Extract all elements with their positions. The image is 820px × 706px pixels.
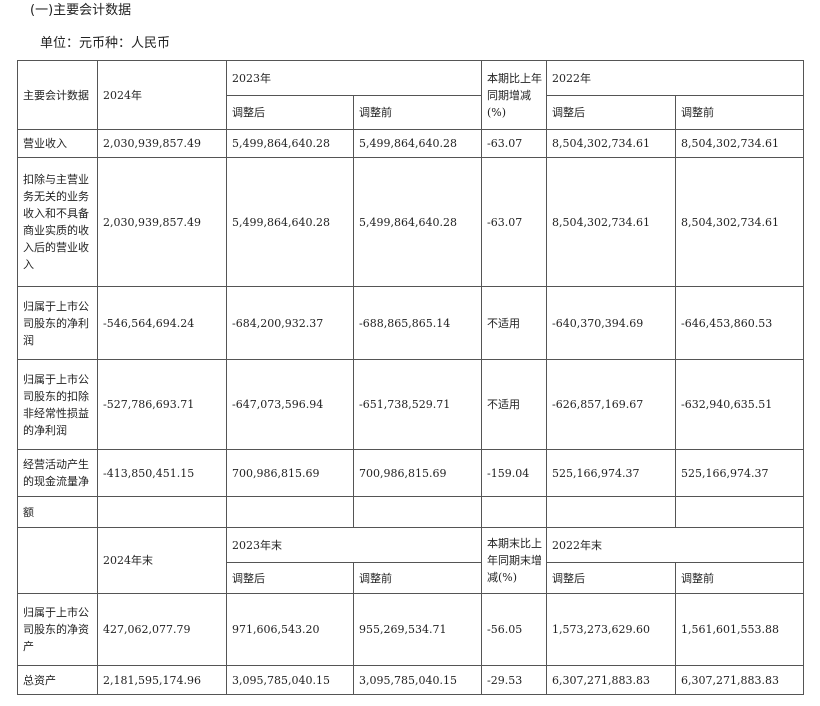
section-title: (一)主要会计数据: [30, 3, 132, 18]
row-label-overflow: 额: [17, 496, 98, 528]
row-label: 归属于上市公司股东的净资产: [17, 593, 98, 666]
row-label: 扣除与主营业务无关的业务收入和不具备商业实质的收入后的营业收入: [17, 157, 98, 287]
cell-2022-adjusted: 8,504,302,734.61: [546, 129, 676, 158]
cell-2022-adjusted: -626,857,169.67: [546, 359, 676, 450]
header-change-end: 本期末比上年同期末增减(%): [481, 527, 547, 594]
cell-2023-adjusted: 700,986,815.69: [226, 449, 354, 497]
header-2022-end: 2022年末: [546, 527, 804, 563]
cell-2023-before: 5,499,864,640.28: [353, 129, 482, 158]
cell-2023-before: -688,865,865.14: [353, 286, 482, 360]
cell-2023-end-adjusted: 971,606,543.20: [226, 593, 354, 666]
cell-2022-end-adjusted: 6,307,271,883.83: [546, 665, 676, 695]
cell-2023-before: 5,499,864,640.28: [353, 157, 482, 287]
table-row: 归属于上市公司股东的净利润 -546,564,694.24 -684,200,9…: [17, 286, 804, 360]
cell-2024: -546,564,694.24: [97, 286, 227, 360]
header-2023-adjusted: 调整后: [226, 95, 354, 130]
financial-data-table: 主要会计数据 2024年 2023年 本期比上年同期增减(%) 2022年 调整…: [17, 60, 804, 695]
header-2023-end-adjusted: 调整后: [226, 562, 354, 594]
table-row-overflow: 额: [17, 496, 804, 528]
header-2023: 2023年: [226, 60, 482, 96]
cell-2023-adjusted: 5,499,864,640.28: [226, 129, 354, 158]
cell-change: -63.07: [481, 157, 547, 287]
cell-2024: -527,786,693.71: [97, 359, 227, 450]
cell-2024-end: 2,181,595,174.96: [97, 665, 227, 695]
header-2023-end-before: 调整前: [353, 562, 482, 594]
cell-change: -63.07: [481, 129, 547, 158]
row-label: 总资产: [17, 665, 98, 695]
cell-change: 不适用: [481, 286, 547, 360]
header-2022-end-before: 调整前: [675, 562, 804, 594]
cell-2024-end: 427,062,077.79: [97, 593, 227, 666]
cell-2024: 2,030,939,857.49: [97, 157, 227, 287]
cell-change: 不适用: [481, 359, 547, 450]
cell-2022-adjusted: -640,370,394.69: [546, 286, 676, 360]
cell-2023-end-adjusted: 3,095,785,040.15: [226, 665, 354, 695]
table-row: 归属于上市公司股东的扣除非经常性损益的净利润 -527,786,693.71 -…: [17, 359, 804, 450]
row-label: 经营活动产生的现金流量净: [17, 449, 98, 497]
cell-2022-before: -632,940,635.51: [675, 359, 804, 450]
cell-2023-adjusted: -684,200,932.37: [226, 286, 354, 360]
header-2024-end: 2024年末: [97, 527, 227, 594]
table-row: 扣除与主营业务无关的业务收入和不具备商业实质的收入后的营业收入 2,030,93…: [17, 157, 804, 287]
header-item: 主要会计数据: [17, 60, 98, 130]
cell-2022-before: 525,166,974.37: [675, 449, 804, 497]
cell-2022-end-adjusted: 1,573,273,629.60: [546, 593, 676, 666]
cell-change: -159.04: [481, 449, 547, 497]
table-row: 经营活动产生的现金流量净 -413,850,451.15 700,986,815…: [17, 449, 804, 497]
header-2022: 2022年: [546, 60, 804, 96]
cell-2023-before: 700,986,815.69: [353, 449, 482, 497]
table-row: 归属于上市公司股东的净资产 427,062,077.79 971,606,543…: [17, 593, 804, 666]
unit-line: 单位：元币种：人民币: [40, 36, 171, 51]
cell-2022-adjusted: 525,166,974.37: [546, 449, 676, 497]
cell-2022-end-before: 6,307,271,883.83: [675, 665, 804, 695]
row-label: 归属于上市公司股东的扣除非经常性损益的净利润: [17, 359, 98, 450]
cell-2023-end-before: 955,269,534.71: [353, 593, 482, 666]
header-2022-adjusted: 调整后: [546, 95, 676, 130]
cell-2022-before: 8,504,302,734.61: [675, 157, 804, 287]
header-item-2: [17, 527, 98, 594]
header-2024: 2024年: [97, 60, 227, 130]
cell-change-end: -56.05: [481, 593, 547, 666]
cell-2023-adjusted: -647,073,596.94: [226, 359, 354, 450]
cell-2024: 2,030,939,857.49: [97, 129, 227, 158]
header-2023-end: 2023年末: [226, 527, 482, 563]
header-2022-before: 调整前: [675, 95, 804, 130]
table-row: 总资产 2,181,595,174.96 3,095,785,040.15 3,…: [17, 665, 804, 695]
cell-2022-before: 8,504,302,734.61: [675, 129, 804, 158]
cell-2023-before: -651,738,529.71: [353, 359, 482, 450]
cell-2022-adjusted: 8,504,302,734.61: [546, 157, 676, 287]
cell-2023-end-before: 3,095,785,040.15: [353, 665, 482, 695]
row-label: 归属于上市公司股东的净利润: [17, 286, 98, 360]
header-row-1: 主要会计数据 2024年 2023年 本期比上年同期增减(%) 2022年: [17, 60, 804, 130]
cell-change-end: -29.53: [481, 665, 547, 695]
cell-2024: -413,850,451.15: [97, 449, 227, 497]
table-row: 营业收入 2,030,939,857.49 5,499,864,640.28 5…: [17, 129, 804, 158]
cell-2022-end-before: 1,561,601,553.88: [675, 593, 804, 666]
row-label: 营业收入: [17, 129, 98, 158]
cell-2023-adjusted: 5,499,864,640.28: [226, 157, 354, 287]
header-row-3: 2024年末 2023年末 本期末比上年同期末增减(%) 2022年末: [17, 527, 804, 594]
header-2022-end-adjusted: 调整后: [546, 562, 676, 594]
header-2023-before: 调整前: [353, 95, 482, 130]
cell-2022-before: -646,453,860.53: [675, 286, 804, 360]
header-change: 本期比上年同期增减(%): [481, 60, 547, 130]
